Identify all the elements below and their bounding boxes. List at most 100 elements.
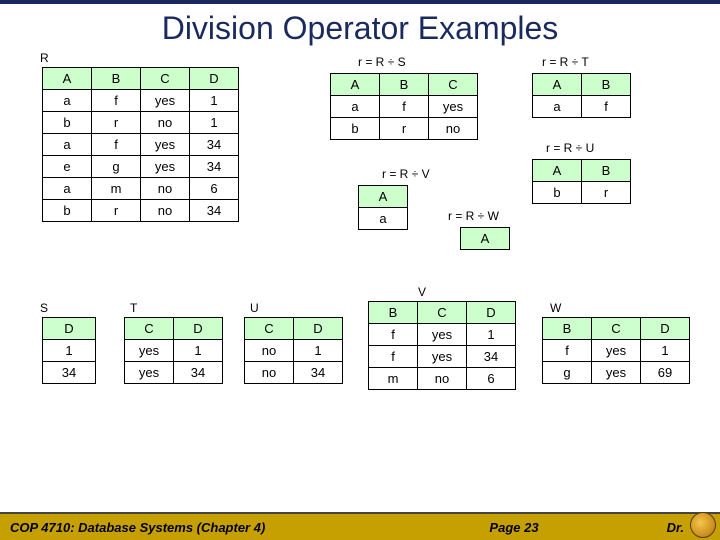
eq-RW: r = R ÷ W: [448, 209, 499, 223]
td: e: [43, 156, 92, 178]
td: yes: [141, 156, 190, 178]
th: C: [429, 74, 478, 96]
td: g: [92, 156, 141, 178]
td: a: [43, 178, 92, 200]
td: 1: [174, 340, 223, 362]
td: no: [141, 178, 190, 200]
th: C: [418, 302, 467, 324]
table-RV: A a: [358, 185, 408, 230]
footer-page: Page 23: [444, 520, 584, 535]
td: no: [141, 200, 190, 222]
td: 1: [190, 90, 239, 112]
td: m: [369, 368, 418, 390]
logo-icon: [690, 512, 716, 538]
td: 34: [190, 156, 239, 178]
table-S: D 1 34: [42, 317, 96, 384]
th: A: [331, 74, 380, 96]
slide-body: R ABCD afyes1 brno1 afyes34 egyes34 amno…: [0, 51, 720, 521]
td: yes: [592, 362, 641, 384]
td: 1: [641, 340, 690, 362]
td: f: [543, 340, 592, 362]
table-RU: AB br: [532, 159, 631, 204]
td: 1: [190, 112, 239, 134]
th: B: [380, 74, 429, 96]
td: f: [369, 324, 418, 346]
td: 34: [294, 362, 343, 384]
th: B: [92, 68, 141, 90]
th: B: [543, 318, 592, 340]
th: B: [582, 160, 631, 182]
td: 69: [641, 362, 690, 384]
td: b: [533, 182, 582, 204]
td: 1: [467, 324, 516, 346]
eq-RU: r = R ÷ U: [546, 141, 594, 155]
td: yes: [125, 340, 174, 362]
td: a: [43, 90, 92, 112]
eq-RV: r = R ÷ V: [382, 167, 430, 181]
page-title: Division Operator Examples: [0, 10, 720, 47]
th: D: [467, 302, 516, 324]
td: r: [380, 118, 429, 140]
th: C: [592, 318, 641, 340]
th: A: [461, 228, 510, 250]
th: A: [533, 160, 582, 182]
td: r: [92, 200, 141, 222]
td: 34: [190, 200, 239, 222]
eq-RS: r = R ÷ S: [358, 55, 406, 69]
th: C: [141, 68, 190, 90]
td: b: [43, 200, 92, 222]
td: f: [92, 90, 141, 112]
td: yes: [418, 324, 467, 346]
eq-RT: r = R ÷ T: [542, 55, 589, 69]
th: D: [174, 318, 223, 340]
td: yes: [125, 362, 174, 384]
table-W: BCD fyes1 gyes69: [542, 317, 690, 384]
td: a: [533, 96, 582, 118]
th: A: [359, 186, 408, 208]
td: f: [92, 134, 141, 156]
label-S: S: [40, 301, 48, 315]
th: C: [125, 318, 174, 340]
th: D: [43, 318, 96, 340]
footer-course: COP 4710: Database Systems (Chapter 4): [0, 520, 444, 535]
td: g: [543, 362, 592, 384]
td: a: [359, 208, 408, 230]
td: r: [582, 182, 631, 204]
table-RW: A: [460, 227, 510, 250]
td: yes: [418, 346, 467, 368]
th: D: [190, 68, 239, 90]
td: no: [245, 340, 294, 362]
td: r: [92, 112, 141, 134]
td: m: [92, 178, 141, 200]
th: B: [369, 302, 418, 324]
table-R: ABCD afyes1 brno1 afyes34 egyes34 amno6 …: [42, 67, 239, 222]
label-U: U: [250, 301, 259, 315]
table-RT: AB af: [532, 73, 631, 118]
td: 34: [190, 134, 239, 156]
td: yes: [141, 90, 190, 112]
th: A: [533, 74, 582, 96]
td: no: [418, 368, 467, 390]
td: yes: [592, 340, 641, 362]
td: a: [43, 134, 92, 156]
td: 34: [174, 362, 223, 384]
td: f: [582, 96, 631, 118]
top-border: [0, 0, 720, 4]
td: 6: [190, 178, 239, 200]
td: 34: [467, 346, 516, 368]
th: B: [582, 74, 631, 96]
table-T: CD yes1 yes34: [124, 317, 223, 384]
th: D: [641, 318, 690, 340]
td: a: [331, 96, 380, 118]
label-R: R: [40, 51, 49, 65]
th: C: [245, 318, 294, 340]
td: no: [141, 112, 190, 134]
label-T: T: [130, 301, 137, 315]
footer-bar: COP 4710: Database Systems (Chapter 4) P…: [0, 512, 720, 540]
td: yes: [141, 134, 190, 156]
table-U: CD no1 no34: [244, 317, 343, 384]
table-V: BCD fyes1 fyes34 mno6: [368, 301, 516, 390]
td: 6: [467, 368, 516, 390]
table-RS: ABC afyes brno: [330, 73, 478, 140]
td: 1: [294, 340, 343, 362]
